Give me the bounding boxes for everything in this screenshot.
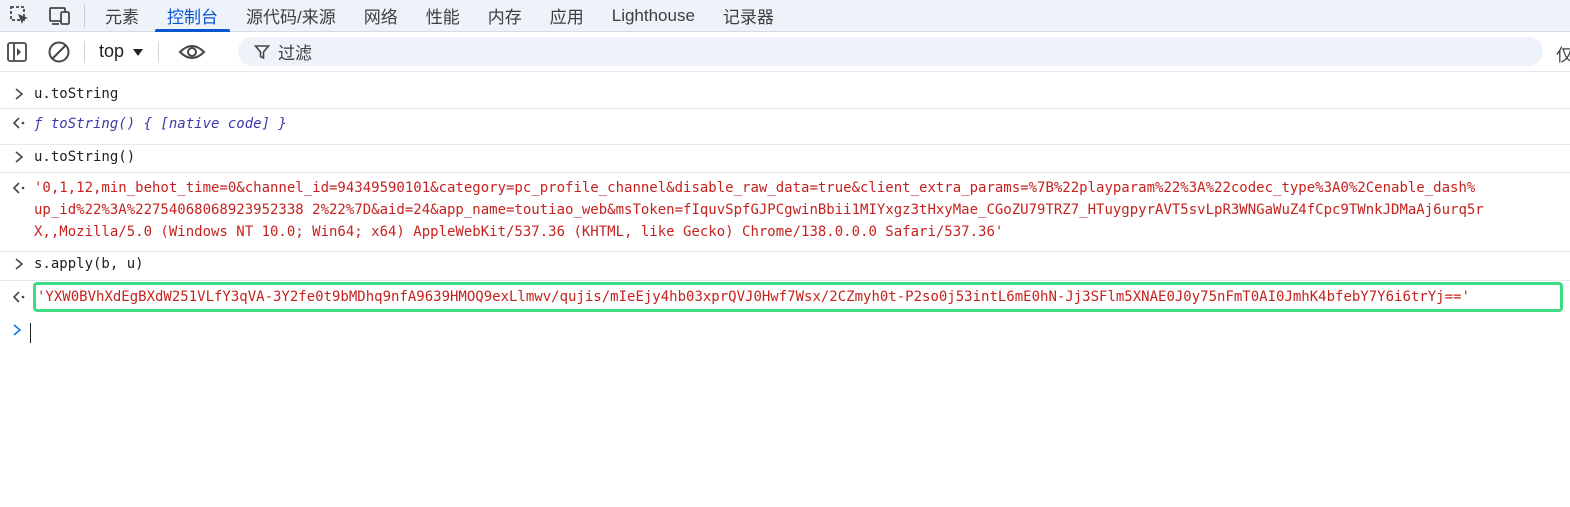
console-output-string-line-1: '0,1,12,min_behot_time=0&channel_id=9434…: [34, 180, 1476, 196]
input-chevron-icon: [12, 150, 26, 164]
tab-application[interactable]: 应用: [536, 0, 598, 31]
live-expression-eye-icon[interactable]: [175, 35, 209, 69]
tab-console[interactable]: 控制台: [153, 0, 232, 32]
console-input-line: u.toString: [0, 82, 1570, 109]
console-output-string[interactable]: 'YXW0BVhXdEgBXdW251VLfY3qVA-3Y2fe0t9bMDh…: [37, 286, 1560, 308]
context-selector[interactable]: top: [93, 41, 150, 62]
console-output-line: '0,1,12,min_behot_time=0&channel_id=9434…: [0, 173, 1570, 252]
inspect-element-icon[interactable]: [0, 0, 40, 31]
sidebar-toggle-icon[interactable]: [0, 35, 34, 69]
output-return-icon: [12, 290, 26, 304]
chevron-down-icon: [133, 48, 144, 56]
console-input-text: u.toString(): [34, 149, 136, 165]
device-toolbar-icon[interactable]: [40, 0, 80, 31]
console-messages: u.toString ƒ toString() { [native code] …: [0, 80, 1570, 507]
toolbar-separator: [158, 40, 160, 63]
console-prompt-input[interactable]: [30, 323, 31, 343]
tab-memory[interactable]: 内存: [474, 0, 536, 31]
clear-console-icon[interactable]: [42, 35, 76, 69]
console-input-line: s.apply(b, u): [0, 252, 1570, 281]
context-label: top: [99, 41, 125, 61]
console-output-line: ƒ toString() { [native code] }: [0, 109, 1570, 145]
devtools-tab-bar: 元素 控制台 源代码/来源 网络 性能 内存 应用 Lighthouse 记录器: [0, 0, 1570, 32]
filter-input[interactable]: 过滤: [238, 37, 1543, 66]
tab-sources[interactable]: 源代码/来源: [232, 0, 350, 31]
toolbar-separator: [84, 40, 85, 63]
tab-elements[interactable]: 元素: [91, 0, 153, 31]
console-output-string-line-2: up_id%22%3A%22754068068923952338 2%22%7D…: [34, 202, 1484, 218]
console-input-text: u.toString: [34, 86, 119, 102]
console-output-line: 'YXW0BVhXdEgBXdW251VLfY3qVA-3Y2fe0t9bMDh…: [0, 281, 1570, 315]
input-chevron-icon: [12, 257, 26, 271]
console-output-string-line-3: X,,Mozilla/5.0 (Windows NT 10.0; Win64; …: [34, 224, 1004, 240]
prompt-chevron-icon: [10, 323, 24, 337]
overflow-label: 仅: [1556, 46, 1570, 65]
tab-recorder[interactable]: 记录器: [709, 0, 788, 31]
console-toolbar: top 过滤 仅: [0, 32, 1570, 72]
tab-network[interactable]: 网络: [350, 0, 412, 31]
input-chevron-icon: [12, 87, 26, 101]
tab-lighthouse[interactable]: Lighthouse: [598, 0, 709, 31]
console-input-line: u.toString(): [0, 145, 1570, 173]
output-return-icon: [12, 181, 26, 195]
tab-performance[interactable]: 性能: [412, 0, 474, 31]
output-return-icon: [12, 116, 26, 130]
filter-icon: [254, 44, 270, 59]
tab-bar-separator: [84, 4, 85, 27]
console-input-text: s.apply(b, u): [34, 256, 144, 272]
filter-placeholder: 过滤: [278, 44, 312, 63]
console-output-function[interactable]: ƒ toString() { [native code] }: [34, 113, 1570, 135]
